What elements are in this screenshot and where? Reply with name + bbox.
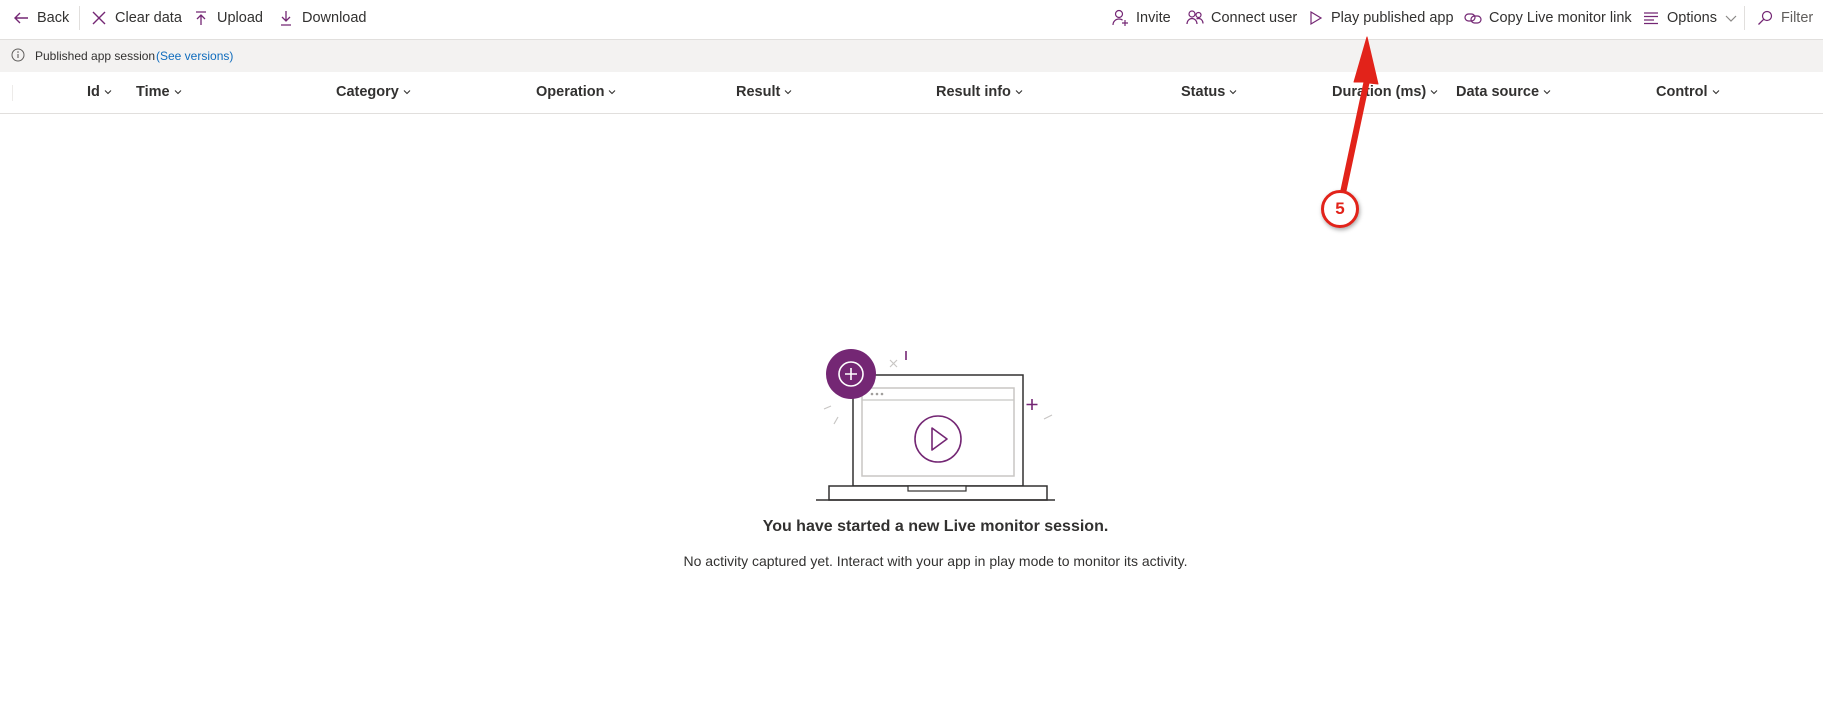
chevron-down-icon [1430, 90, 1438, 95]
column-header-label: Control [1656, 84, 1708, 100]
empty-state-title: You have started a new Live monitor sess… [762, 518, 1109, 535]
search-icon [1756, 9, 1774, 27]
close-icon [90, 9, 108, 27]
column-header-data-source[interactable]: Data source [1456, 84, 1552, 100]
chevron-down-icon [1543, 90, 1551, 95]
download-label: Download [302, 10, 367, 26]
copy-live-monitor-link-button[interactable]: Copy Live monitor link [1464, 0, 1632, 36]
person-add-icon [1111, 9, 1129, 27]
back-button[interactable]: Back [12, 0, 69, 36]
column-header-operation[interactable]: Operation [536, 84, 617, 100]
grid-column-header: Id Time Category Operation Result Result… [0, 73, 1823, 114]
column-header-label: Time [136, 84, 170, 100]
chevron-down-icon [1015, 90, 1023, 95]
filter-label: Filter [1781, 10, 1814, 26]
upload-button[interactable]: Upload [192, 0, 263, 36]
command-bar: Back Clear data Upload Download Invite C… [0, 0, 1823, 40]
options-dropdown[interactable]: Options [1642, 0, 1737, 36]
column-header-label: Operation [536, 84, 605, 100]
column-header-label: Category [336, 84, 399, 100]
column-header-label: Result [736, 84, 781, 100]
empty-state-subtitle: No activity captured yet. Interact with … [683, 553, 1188, 569]
filter-button[interactable]: Filter [1756, 0, 1813, 36]
arrow-left-icon [12, 9, 30, 27]
link-icon [1464, 9, 1482, 27]
column-header-category[interactable]: Category [336, 84, 412, 100]
list-options-icon [1642, 9, 1660, 27]
connect-user-button[interactable]: Connect user [1186, 0, 1297, 36]
chevron-down-icon [104, 90, 112, 95]
column-header-control[interactable]: Control [1656, 84, 1721, 100]
column-header-label: Status [1181, 84, 1226, 100]
download-icon [277, 9, 295, 27]
column-header-label: Id [87, 84, 100, 100]
upload-label: Upload [217, 10, 263, 26]
column-header-label: Result info [936, 84, 1011, 100]
copy-live-monitor-link-label: Copy Live monitor link [1489, 10, 1632, 26]
column-header-result-info[interactable]: Result info [936, 84, 1024, 100]
clear-data-button[interactable]: Clear data [90, 0, 182, 36]
step-number-badge: 5 [1321, 190, 1359, 228]
back-label: Back [37, 10, 70, 26]
chevron-down-icon [609, 90, 616, 95]
toolbar-divider [1744, 6, 1745, 30]
people-icon [1186, 9, 1204, 27]
row-select-divider [12, 85, 13, 101]
chevron-down-icon [1725, 12, 1737, 24]
column-header-status[interactable]: Status [1181, 84, 1238, 100]
play-published-app-label: Play published app [1331, 10, 1454, 26]
download-button[interactable]: Download [277, 0, 367, 36]
upload-icon [192, 9, 210, 27]
connect-user-label: Connect user [1211, 10, 1298, 26]
column-header-id[interactable]: Id [87, 84, 113, 100]
invite-button[interactable]: Invite [1111, 0, 1171, 36]
see-versions-link[interactable]: (See versions) [156, 49, 233, 63]
play-icon [1306, 9, 1324, 27]
session-info-message: Published app session [35, 49, 156, 63]
options-label: Options [1667, 10, 1717, 26]
laptop-illustration [816, 349, 1055, 501]
info-icon [11, 48, 25, 62]
invite-label: Invite [1136, 10, 1171, 26]
toolbar-divider [79, 6, 80, 30]
session-info-banner: Published app session (See versions) [0, 40, 1823, 72]
chevron-down-icon [403, 90, 411, 95]
chevron-down-icon [1712, 90, 1719, 95]
clear-data-label: Clear data [115, 10, 182, 26]
chevron-down-icon [174, 90, 181, 95]
chevron-down-icon [1229, 90, 1237, 95]
chevron-down-icon [784, 90, 792, 95]
column-header-result[interactable]: Result [736, 84, 793, 100]
column-header-label: Data source [1456, 84, 1540, 100]
column-header-time[interactable]: Time [136, 84, 183, 100]
